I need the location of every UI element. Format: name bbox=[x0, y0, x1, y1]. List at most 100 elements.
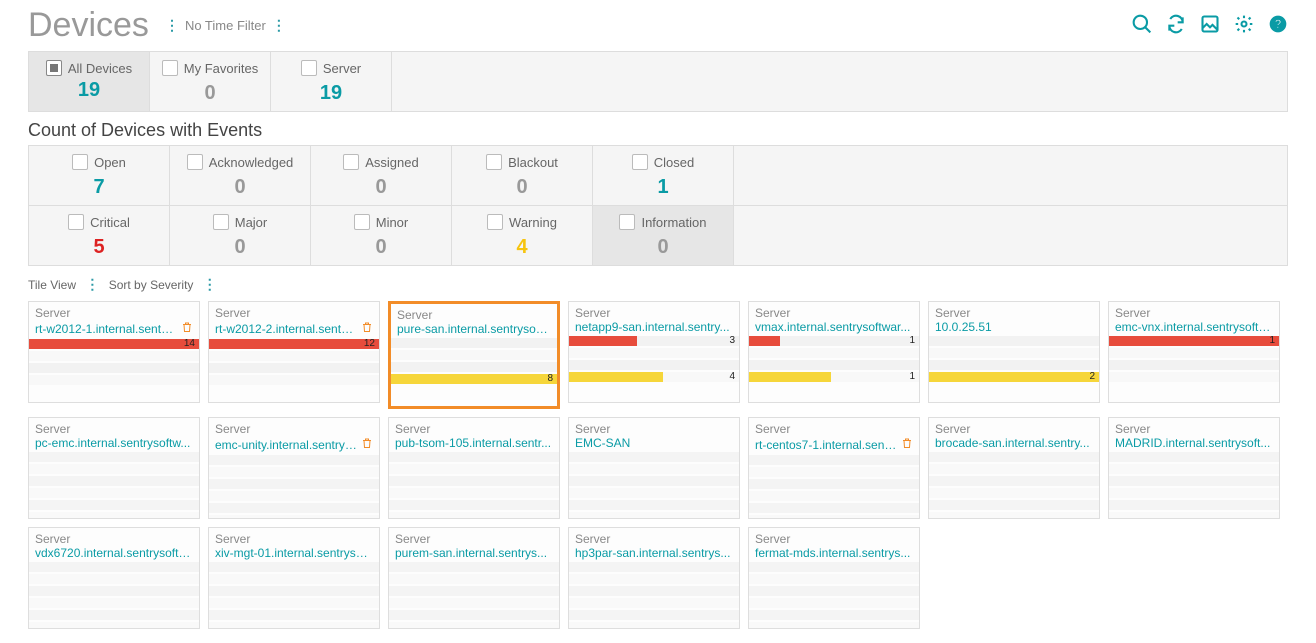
filter-info[interactable]: Information0 bbox=[593, 206, 734, 265]
device-name-link[interactable]: emc-unity.internal.sentrys... bbox=[215, 438, 357, 452]
time-filter-menu-icon[interactable]: ⋮ bbox=[272, 17, 286, 34]
device-name-link[interactable]: vdx6720.internal.sentrysoftw... bbox=[35, 546, 193, 560]
trash-icon[interactable] bbox=[901, 436, 913, 453]
severity-bar-row: 1 bbox=[1109, 336, 1279, 346]
checkbox-icon[interactable] bbox=[486, 154, 502, 170]
device-tile[interactable]: Serverrt-w2012-1.internal.sentry...14 bbox=[28, 301, 200, 403]
view-controls: Tile View ⋮ Sort by Severity ⋮ bbox=[28, 276, 1288, 293]
device-name-link[interactable]: purem-san.internal.sentrys... bbox=[395, 546, 553, 560]
filter-count: 0 bbox=[154, 79, 266, 107]
view-mode-label[interactable]: Tile View bbox=[28, 278, 76, 292]
device-tile[interactable]: Serverxiv-mgt-01.internal.sentrysof... bbox=[208, 527, 380, 629]
device-tile[interactable]: Serverfermat-mds.internal.sentrys... bbox=[748, 527, 920, 629]
refresh-icon[interactable] bbox=[1166, 14, 1186, 37]
device-tile[interactable]: Server emc-unity.internal.sentrys... bbox=[208, 417, 380, 519]
checkbox-icon[interactable] bbox=[68, 214, 84, 230]
sort-label[interactable]: Sort by Severity bbox=[109, 278, 194, 292]
severity-bar-fill bbox=[1109, 336, 1279, 346]
trash-icon[interactable] bbox=[361, 320, 373, 337]
device-tile[interactable]: Serverhp3par-san.internal.sentrys... bbox=[568, 527, 740, 629]
state-filters: Open7Acknowledged0Assigned0Blackout0Clos… bbox=[28, 145, 1288, 206]
device-tile[interactable]: Servernetapp9-san.internal.sentry...34 bbox=[568, 301, 740, 403]
filter-warn[interactable]: Warning 4 bbox=[452, 206, 593, 265]
tile-type-label: Server bbox=[209, 418, 379, 436]
view-mode-menu-icon[interactable]: ⋮ bbox=[85, 276, 99, 292]
device-name-link[interactable]: netapp9-san.internal.sentry... bbox=[575, 320, 733, 334]
device-name-link[interactable]: brocade-san.internal.sentry... bbox=[935, 436, 1093, 450]
filter-count: 5 bbox=[33, 233, 165, 261]
device-tile[interactable]: Serverrt-w2012-2.internal.sentry...12 bbox=[208, 301, 380, 403]
checkbox-icon[interactable] bbox=[619, 214, 635, 230]
severity-bar-row: 14 bbox=[29, 339, 199, 349]
device-tiles-grid: Serverrt-w2012-1.internal.sentry...14Ser… bbox=[28, 301, 1288, 629]
device-name-link[interactable]: pc-emc.internal.sentrysoftw... bbox=[35, 436, 193, 450]
device-name-link[interactable]: MADRID.internal.sentrysoft... bbox=[1115, 436, 1273, 450]
help-icon[interactable]: ? bbox=[1268, 14, 1288, 37]
filter-asn[interactable]: Assigned0 bbox=[311, 146, 452, 205]
severity-bar-count: 4 bbox=[729, 371, 735, 382]
filter-crit[interactable]: Critical5 bbox=[29, 206, 170, 265]
checkbox-icon[interactable] bbox=[213, 214, 229, 230]
checkbox-icon[interactable] bbox=[632, 154, 648, 170]
title-menu-icon[interactable]: ⋮ bbox=[165, 17, 179, 34]
device-name-link[interactable]: hp3par-san.internal.sentrys... bbox=[575, 546, 733, 560]
filter-fav[interactable]: My Favorites0 bbox=[150, 52, 271, 111]
filter-ack[interactable]: Acknowledged0 bbox=[170, 146, 311, 205]
filter-label: Warning bbox=[509, 215, 557, 230]
filter-blk[interactable]: Blackout0 bbox=[452, 146, 593, 205]
gear-icon[interactable] bbox=[1234, 14, 1254, 37]
severity-bar-fill bbox=[391, 374, 557, 384]
checkbox-icon[interactable] bbox=[187, 154, 203, 170]
checkbox-icon[interactable] bbox=[46, 60, 62, 76]
device-tile[interactable]: ServerEMC-SAN bbox=[568, 417, 740, 519]
filter-label: All Devices bbox=[68, 61, 132, 76]
checkbox-icon[interactable] bbox=[354, 214, 370, 230]
trash-icon[interactable] bbox=[181, 320, 193, 337]
filter-count: 4 bbox=[456, 233, 588, 261]
device-name-link[interactable]: rt-centos7-1.internal.sent... bbox=[755, 438, 897, 452]
picture-icon[interactable] bbox=[1200, 14, 1220, 37]
device-tile[interactable]: Serverrt-centos7-1.internal.sent... bbox=[748, 417, 920, 519]
checkbox-icon[interactable] bbox=[162, 60, 178, 76]
device-name-link[interactable]: EMC-SAN bbox=[575, 436, 733, 450]
device-name-link[interactable]: rt-w2012-2.internal.sentry... bbox=[215, 322, 357, 336]
device-tile[interactable]: Serverpurem-san.internal.sentrys... bbox=[388, 527, 560, 629]
filter-cls[interactable]: Closed1 bbox=[593, 146, 734, 205]
filter-maj[interactable]: Major0 bbox=[170, 206, 311, 265]
device-name-link[interactable]: xiv-mgt-01.internal.sentrysof... bbox=[215, 546, 373, 560]
filter-open[interactable]: Open7 bbox=[29, 146, 170, 205]
tile-type-label: Server bbox=[569, 302, 739, 320]
device-name-link[interactable]: rt-w2012-1.internal.sentry... bbox=[35, 322, 177, 336]
device-tile[interactable]: ServerMADRID.internal.sentrysoft... bbox=[1108, 417, 1280, 519]
search-icon[interactable] bbox=[1132, 14, 1152, 37]
filter-all[interactable]: All Devices19 bbox=[29, 52, 150, 111]
sort-menu-icon[interactable]: ⋮ bbox=[203, 276, 217, 292]
device-tile[interactable]: Serverpc-emc.internal.sentrysoftw... bbox=[28, 417, 200, 519]
tile-type-label: Server bbox=[1109, 418, 1279, 436]
filter-min[interactable]: Minor0 bbox=[311, 206, 452, 265]
device-tile[interactable]: Servervmax.internal.sentrysoftwar...11 bbox=[748, 301, 920, 403]
device-name-link[interactable]: pure-san.internal.sentrysoft... bbox=[397, 322, 551, 336]
device-tile[interactable]: Servervdx6720.internal.sentrysoftw... bbox=[28, 527, 200, 629]
filter-label: Server bbox=[323, 61, 361, 76]
device-tile[interactable]: Serverpub-tsom-105.internal.sentr... bbox=[388, 417, 560, 519]
device-name-link[interactable]: fermat-mds.internal.sentrys... bbox=[755, 546, 913, 560]
page-title: Devices bbox=[28, 6, 149, 45]
device-tile[interactable]: Serverpure-san.internal.sentrysoft...8 bbox=[388, 301, 560, 409]
device-tile[interactable]: Server10.0.25.512 bbox=[928, 301, 1100, 403]
device-name-link[interactable]: pub-tsom-105.internal.sentr... bbox=[395, 436, 553, 450]
device-name-link[interactable]: 10.0.25.51 bbox=[935, 320, 1093, 334]
device-name-link[interactable]: emc-vnx.internal.sentrysoftw... bbox=[1115, 320, 1273, 334]
filter-count: 0 bbox=[174, 173, 306, 201]
severity-bar-row bbox=[569, 348, 739, 358]
checkbox-icon[interactable] bbox=[301, 60, 317, 76]
filter-srv[interactable]: Server19 bbox=[271, 52, 392, 111]
time-filter-label[interactable]: No Time Filter bbox=[185, 18, 266, 33]
trash-icon[interactable] bbox=[361, 436, 373, 453]
device-tile[interactable]: Serveremc-vnx.internal.sentrysoftw...1 bbox=[1108, 301, 1280, 403]
checkbox-icon[interactable] bbox=[343, 154, 359, 170]
device-name-link[interactable]: vmax.internal.sentrysoftwar... bbox=[755, 320, 913, 334]
checkbox-icon[interactable] bbox=[72, 154, 88, 170]
device-tile[interactable]: Serverbrocade-san.internal.sentry... bbox=[928, 417, 1100, 519]
checkbox-icon[interactable] bbox=[487, 214, 503, 230]
